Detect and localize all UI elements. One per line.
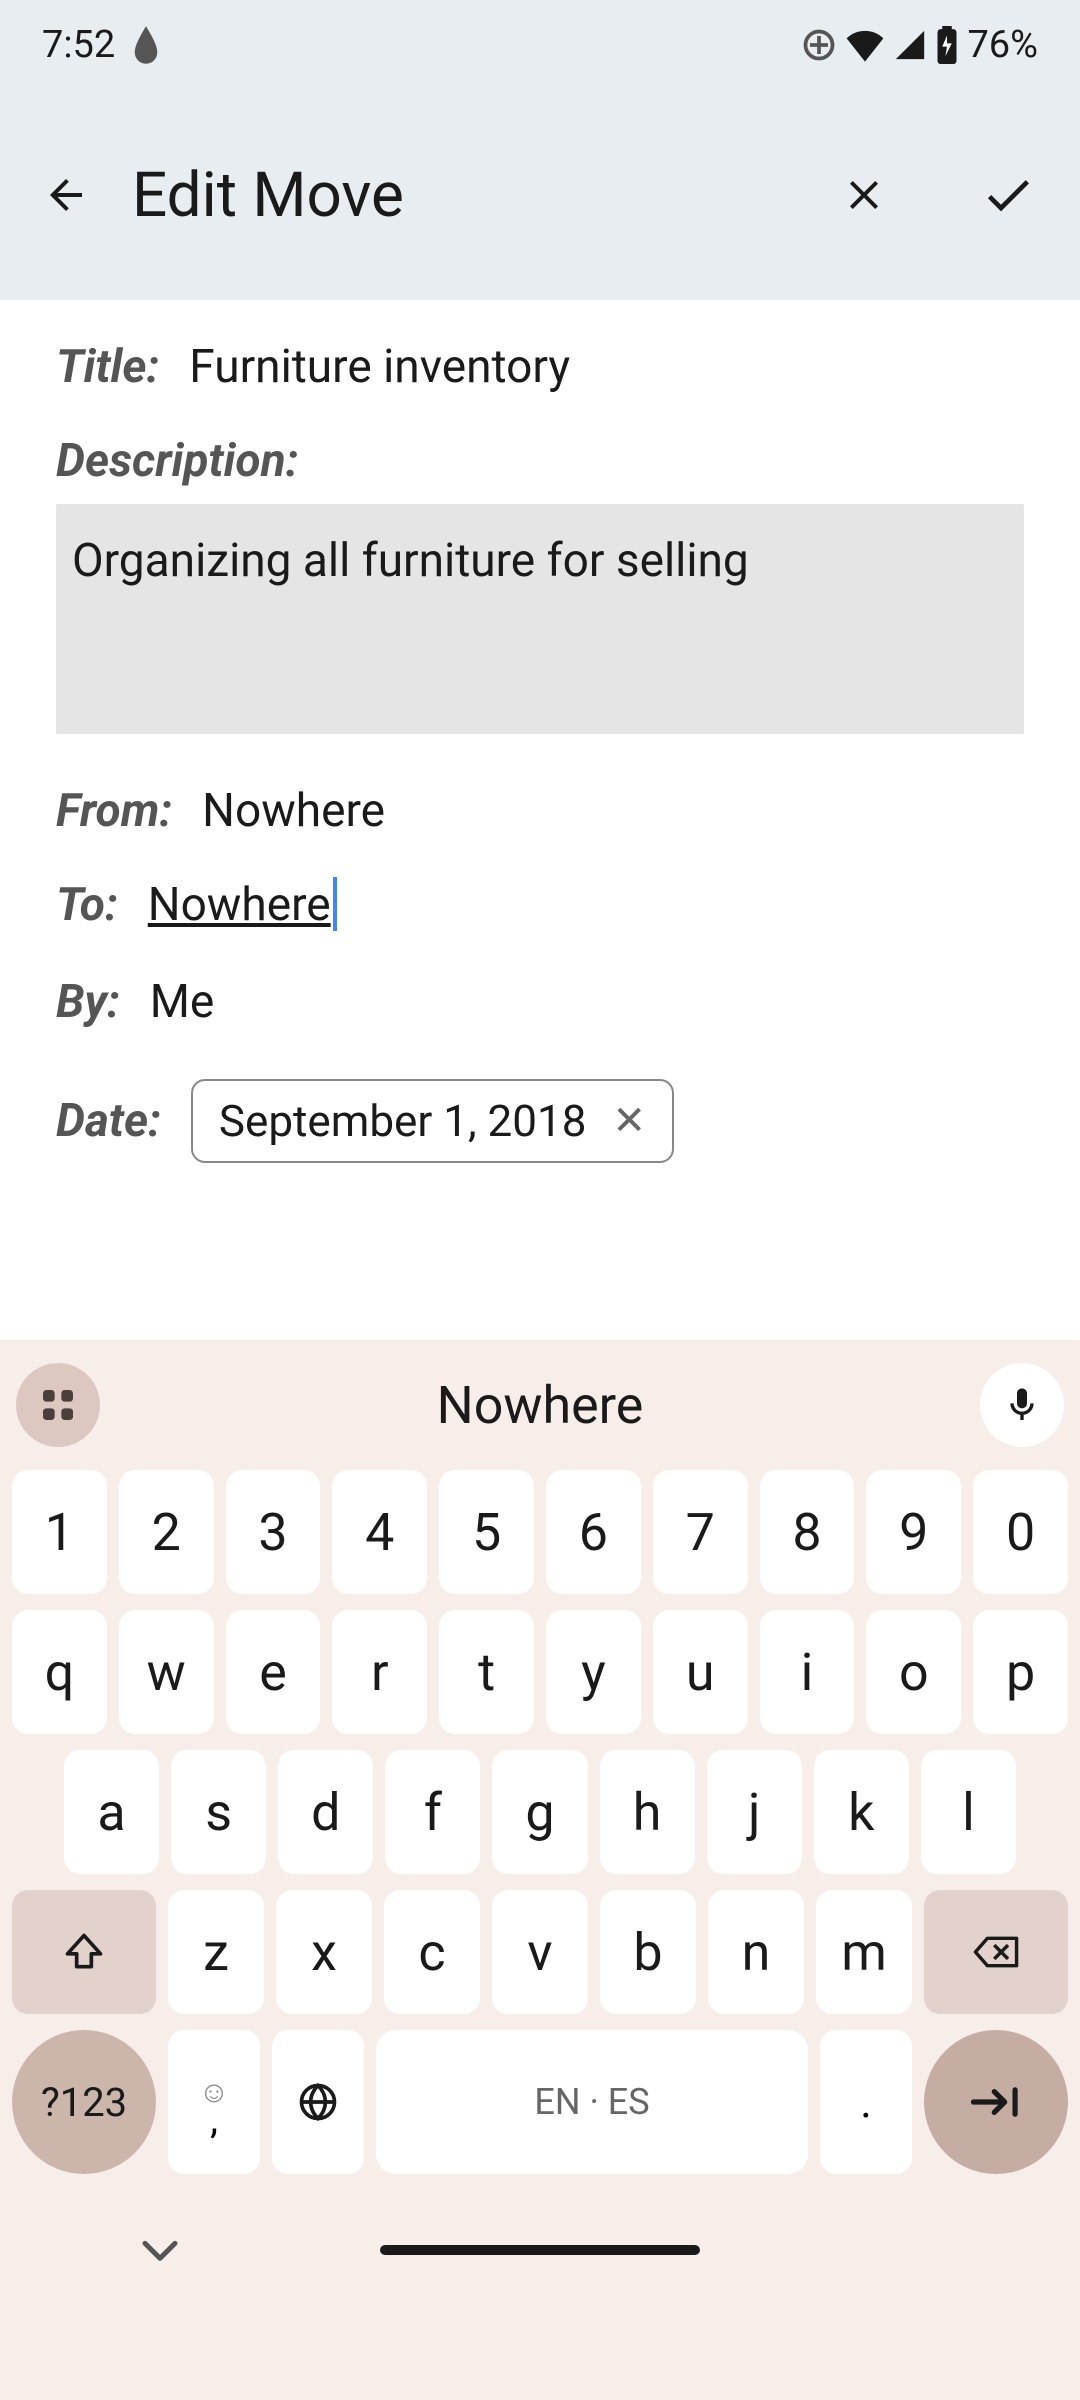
- navigation-bar: [0, 2190, 1080, 2310]
- grid-icon: [38, 1385, 78, 1425]
- title-label: Title:: [56, 340, 159, 394]
- text-cursor: [333, 877, 337, 931]
- date-value: September 1, 2018: [219, 1095, 587, 1147]
- check-icon: [980, 167, 1036, 223]
- voice-input-button[interactable]: [980, 1363, 1064, 1447]
- key-space[interactable]: EN · ES: [376, 2030, 808, 2174]
- keyboard-row-asdf: a s d f g h j k l: [12, 1750, 1068, 1874]
- key-n[interactable]: n: [708, 1890, 804, 2014]
- status-bar: 7:52 76%: [0, 0, 1080, 90]
- key-m[interactable]: m: [816, 1890, 912, 2014]
- key-5[interactable]: 5: [439, 1470, 534, 1594]
- page-title: Edit Move: [132, 159, 750, 232]
- key-shift[interactable]: [12, 1890, 156, 2014]
- from-field[interactable]: Nowhere: [202, 784, 385, 838]
- key-4[interactable]: 4: [332, 1470, 427, 1594]
- key-d[interactable]: d: [278, 1750, 373, 1874]
- key-u[interactable]: u: [653, 1610, 748, 1734]
- date-chip[interactable]: September 1, 2018 ✕: [191, 1079, 674, 1163]
- key-e[interactable]: e: [226, 1610, 321, 1734]
- status-battery: 76%: [967, 23, 1038, 67]
- key-language[interactable]: [272, 2030, 364, 2174]
- by-field[interactable]: Me: [150, 975, 215, 1029]
- cancel-button[interactable]: [834, 165, 894, 225]
- from-label: From:: [56, 784, 172, 838]
- key-emoji[interactable]: ☺ ,: [168, 2030, 260, 2174]
- confirm-button[interactable]: [978, 165, 1038, 225]
- key-z[interactable]: z: [168, 1890, 264, 2014]
- key-1[interactable]: 1: [12, 1470, 107, 1594]
- title-field[interactable]: Furniture inventory: [189, 340, 570, 394]
- key-a[interactable]: a: [64, 1750, 159, 1874]
- to-label: To:: [56, 878, 118, 932]
- mic-icon: [1002, 1385, 1042, 1425]
- wifi-icon: [845, 28, 885, 62]
- description-label: Description:: [56, 434, 298, 488]
- key-i[interactable]: i: [760, 1610, 855, 1734]
- app-bar: Edit Move: [0, 90, 1080, 300]
- to-field[interactable]: Nowhere: [148, 878, 337, 935]
- key-f[interactable]: f: [385, 1750, 480, 1874]
- key-v[interactable]: v: [492, 1890, 588, 2014]
- keyboard-row-numbers: 1 2 3 4 5 6 7 8 9 0: [12, 1470, 1068, 1594]
- form: Title: Furniture inventory Description: …: [0, 300, 1080, 1243]
- key-6[interactable]: 6: [546, 1470, 641, 1594]
- key-l[interactable]: l: [921, 1750, 1016, 1874]
- home-indicator[interactable]: [380, 2245, 700, 2255]
- keyboard: Nowhere 1 2 3 4 5 6 7 8 9 0 q w e r t y …: [0, 1340, 1080, 2400]
- key-3[interactable]: 3: [226, 1470, 321, 1594]
- key-symbols[interactable]: ?123: [12, 2030, 156, 2174]
- signal-icon: [893, 28, 927, 62]
- key-w[interactable]: w: [119, 1610, 214, 1734]
- key-r[interactable]: r: [332, 1610, 427, 1734]
- water-drop-icon: [131, 26, 161, 64]
- description-field[interactable]: Organizing all furniture for selling: [56, 504, 1024, 734]
- shift-icon: [62, 1930, 106, 1974]
- key-k[interactable]: k: [814, 1750, 909, 1874]
- keyboard-row-zxcv: z x c v b n m: [12, 1890, 1068, 2014]
- key-t[interactable]: t: [439, 1610, 534, 1734]
- globe-icon: [296, 2080, 340, 2124]
- key-h[interactable]: h: [600, 1750, 695, 1874]
- target-icon: [801, 27, 837, 63]
- key-9[interactable]: 9: [866, 1470, 961, 1594]
- keyboard-row-qwerty: q w e r t y u i o p: [12, 1610, 1068, 1734]
- key-y[interactable]: y: [546, 1610, 641, 1734]
- key-next[interactable]: [924, 2030, 1068, 2174]
- key-g[interactable]: g: [492, 1750, 587, 1874]
- key-2[interactable]: 2: [119, 1470, 214, 1594]
- key-b[interactable]: b: [600, 1890, 696, 2014]
- key-7[interactable]: 7: [653, 1470, 748, 1594]
- date-clear-icon[interactable]: ✕: [612, 1097, 646, 1144]
- key-period[interactable]: .: [820, 2030, 912, 2174]
- key-8[interactable]: 8: [760, 1470, 855, 1594]
- back-button[interactable]: [42, 171, 90, 219]
- backspace-icon: [972, 1934, 1020, 1970]
- chevron-down-icon: [140, 2236, 180, 2264]
- key-c[interactable]: c: [384, 1890, 480, 2014]
- arrow-left-icon: [42, 171, 90, 219]
- key-o[interactable]: o: [866, 1610, 961, 1734]
- hide-keyboard-button[interactable]: [140, 2236, 180, 2264]
- key-s[interactable]: s: [171, 1750, 266, 1874]
- key-q[interactable]: q: [12, 1610, 107, 1734]
- key-p[interactable]: p: [973, 1610, 1068, 1734]
- status-time: 7:52: [42, 23, 115, 67]
- key-j[interactable]: j: [707, 1750, 802, 1874]
- date-label: Date:: [56, 1094, 161, 1148]
- key-0[interactable]: 0: [973, 1470, 1068, 1594]
- tab-next-icon: [970, 2084, 1022, 2120]
- close-icon: [840, 171, 888, 219]
- key-backspace[interactable]: [924, 1890, 1068, 2014]
- battery-icon: [935, 26, 959, 64]
- by-label: By:: [56, 975, 120, 1029]
- keyboard-tools-button[interactable]: [16, 1363, 100, 1447]
- keyboard-suggestion[interactable]: Nowhere: [116, 1375, 964, 1436]
- key-x[interactable]: x: [276, 1890, 372, 2014]
